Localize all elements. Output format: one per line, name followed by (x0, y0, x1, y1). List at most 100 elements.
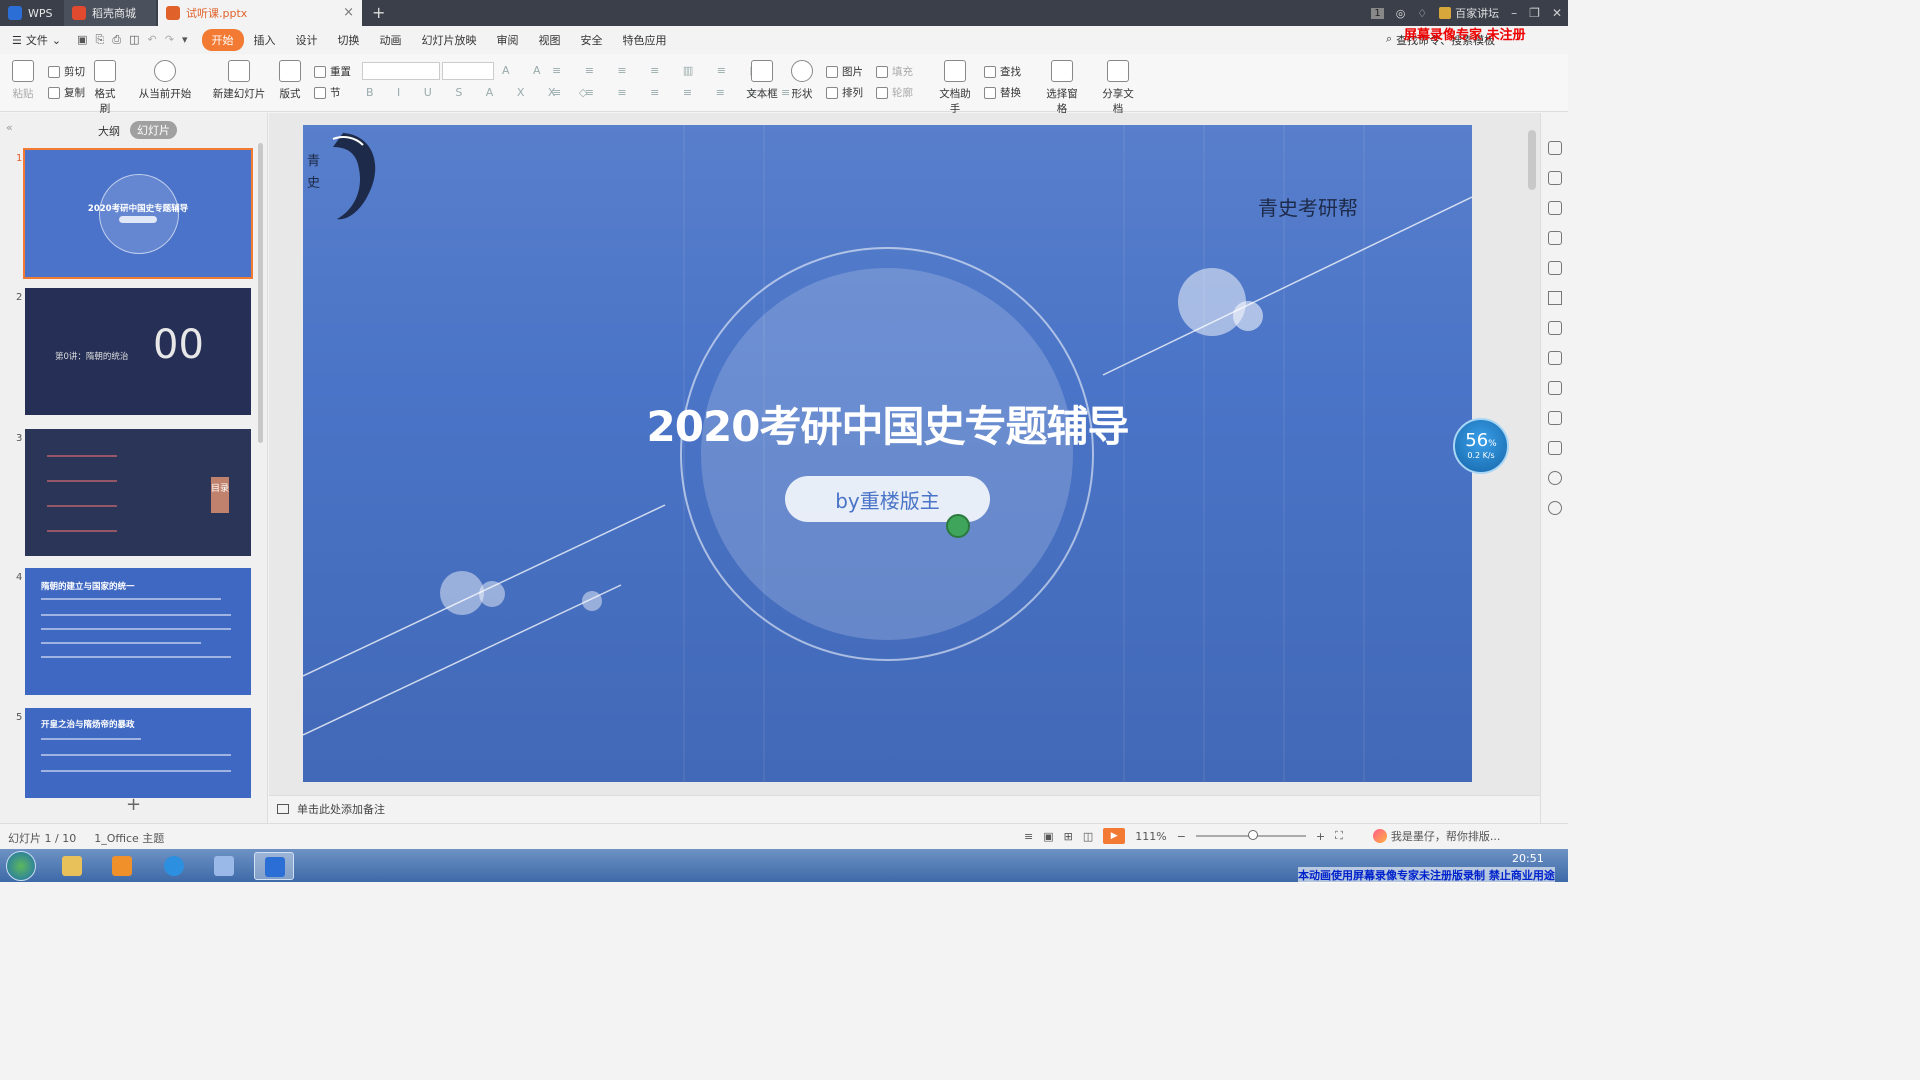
play-slideshow-button[interactable]: ▶ (1103, 828, 1126, 844)
tab-slideshow[interactable]: 幻灯片放映 (412, 29, 487, 51)
forum-link[interactable]: 百家讲坛 (1439, 5, 1499, 21)
tab-security[interactable]: 安全 (571, 29, 613, 51)
tab-transition[interactable]: 切换 (328, 29, 370, 51)
shape-button[interactable]: 形状 (788, 60, 816, 101)
assistant-button[interactable]: 我是墨仔，帮你排版... (1372, 828, 1500, 844)
save-icon[interactable]: ▣ (77, 33, 87, 47)
play-from-current-button[interactable]: 从当前开始 (136, 60, 194, 101)
tab-view[interactable]: 视图 (529, 29, 571, 51)
taskbar-ie[interactable] (154, 852, 194, 880)
outline-button[interactable]: 轮廓 (876, 85, 913, 100)
close-tab-icon[interactable]: × (343, 5, 354, 20)
reset-button[interactable]: 重置 (314, 64, 351, 79)
tab-wps[interactable]: WPS (0, 0, 62, 26)
fill-button[interactable]: 填充 (876, 64, 913, 79)
tab-home[interactable]: 开始 (201, 29, 244, 51)
slides-tab[interactable]: 幻灯片 (130, 121, 177, 139)
sorter-view-icon[interactable]: ⊞ (1064, 830, 1073, 843)
zoom-level[interactable]: 111% (1135, 830, 1166, 843)
paragraph-list-buttons[interactable]: ≡ ≡ ≡ ≡ ▥ ≡ ▤ (552, 64, 770, 77)
undo-icon[interactable]: ↶ (148, 33, 157, 47)
section-button[interactable]: 节 (314, 85, 341, 100)
tab-document[interactable]: 试听课.pptx × (158, 0, 362, 26)
customize-icon[interactable]: ▾ (182, 33, 188, 47)
picture-button[interactable]: 图片 (826, 64, 863, 79)
gallery-icon[interactable] (1548, 261, 1562, 275)
font-family-select[interactable] (362, 62, 440, 80)
close-window-icon[interactable]: ✕ (1552, 6, 1562, 20)
selection-pane-button[interactable]: 选择窗格 (1042, 60, 1082, 116)
slide-thumbnail-2[interactable]: 第0讲：隋朝的统治 00 (25, 288, 251, 415)
star-icon[interactable] (1548, 291, 1562, 305)
share-side-icon[interactable] (1548, 351, 1562, 365)
minimize-icon[interactable]: – (1511, 6, 1517, 20)
font-size-select[interactable] (442, 62, 494, 80)
slide-title[interactable]: 2020考研中国史专题辅导 (303, 393, 1472, 454)
slide-thumbnail-3[interactable]: 目录 (25, 429, 251, 556)
replace-button[interactable]: 替换 (984, 85, 1021, 100)
notes-toggle-icon[interactable]: ≡ (1024, 830, 1033, 843)
font-grow-shrink[interactable]: A A (502, 64, 551, 77)
thumbnail-scrollbar[interactable] (258, 143, 263, 443)
history-icon[interactable] (1548, 471, 1562, 485)
tab-review[interactable]: 审阅 (487, 29, 529, 51)
taskbar-bird-app[interactable] (204, 852, 244, 880)
slide-thumbnail-1[interactable]: 2020考研中国史专题辅导 (23, 148, 253, 279)
fit-window-icon[interactable]: ⛶ (1335, 829, 1343, 843)
new-tab-icon[interactable]: + (372, 3, 385, 22)
copy-button[interactable]: 复制 (48, 85, 85, 100)
restore-icon[interactable]: ❐ (1529, 6, 1540, 20)
format-painter-button[interactable]: 格式刷 (90, 60, 120, 116)
help-icon[interactable] (1548, 501, 1562, 515)
tab-design[interactable]: 设计 (286, 29, 328, 51)
reading-view-icon[interactable]: ◫ (1083, 830, 1093, 843)
skin-icon[interactable]: ◎ (1396, 7, 1406, 20)
image-icon[interactable] (1548, 381, 1562, 395)
print-preview-icon[interactable]: ◫ (129, 33, 139, 47)
zoom-out-icon[interactable]: − (1177, 830, 1186, 843)
file-menu[interactable]: ☰ 文件 ⌄ (12, 32, 61, 48)
print-icon[interactable]: ⎙ (112, 33, 121, 47)
tab-insert[interactable]: 插入 (244, 29, 286, 51)
outline-tab[interactable]: 大纲 (98, 123, 120, 139)
arrange-button[interactable]: 排列 (826, 85, 863, 100)
export-icon[interactable]: ⎘ (96, 33, 105, 47)
settings-icon[interactable] (1548, 441, 1562, 455)
add-slide-icon[interactable]: + (126, 794, 141, 815)
taskbar-wps[interactable] (254, 852, 294, 880)
copy-style-icon[interactable] (1548, 171, 1562, 185)
textbox-button[interactable]: 文本框 (744, 60, 780, 101)
window-count-badge[interactable]: 1 (1371, 7, 1384, 19)
taskbar-media-player[interactable] (102, 852, 142, 880)
start-button[interactable] (6, 851, 36, 881)
redo-icon[interactable]: ↷ (165, 33, 174, 47)
pin-icon[interactable] (1548, 141, 1562, 155)
sound-icon[interactable] (1548, 411, 1562, 425)
current-slide[interactable]: 青 史 青史考研帮 2020考研中国史专题辅导 by重楼版主 (303, 125, 1472, 782)
collapse-panel-icon[interactable]: « (6, 121, 13, 134)
slide-thumbnail-5[interactable]: 开皇之治与隋炀帝的暴政 (25, 708, 251, 798)
tab-features[interactable]: 特色应用 (613, 29, 677, 51)
scrollbar-thumb[interactable] (1528, 130, 1536, 190)
layout-button[interactable]: 版式 (276, 60, 304, 101)
system-clock[interactable]: 20:51 (1512, 852, 1544, 865)
template-icon[interactable] (1548, 321, 1562, 335)
notes-pane[interactable]: 单击此处添加备注 (269, 795, 1540, 821)
paste-button[interactable]: 粘贴 (10, 60, 36, 101)
tab-animation[interactable]: 动画 (370, 29, 412, 51)
normal-view-icon[interactable]: ▣ (1043, 830, 1053, 843)
gift-icon[interactable]: ♢ (1417, 7, 1427, 20)
share-doc-button[interactable]: 分享文档 (1098, 60, 1138, 116)
slide-thumbnail-4[interactable]: 隋朝的建立与国家的统一 (25, 568, 251, 695)
network-speed-widget[interactable]: 56% 0.2 K/s (1453, 418, 1509, 474)
shape-style-icon[interactable] (1548, 201, 1562, 215)
zoom-in-icon[interactable]: + (1316, 830, 1325, 843)
properties-icon[interactable] (1548, 231, 1562, 245)
new-slide-button[interactable]: 新建幻灯片 (210, 60, 268, 101)
find-button[interactable]: 查找 (984, 64, 1021, 79)
zoom-slider-handle[interactable] (1247, 830, 1258, 840)
tab-docer-store[interactable]: 稻壳商城 (64, 0, 156, 26)
cut-button[interactable]: 剪切 (48, 64, 85, 79)
taskbar-explorer[interactable] (52, 852, 92, 880)
doc-helper-button[interactable]: 文档助手 (935, 60, 975, 116)
